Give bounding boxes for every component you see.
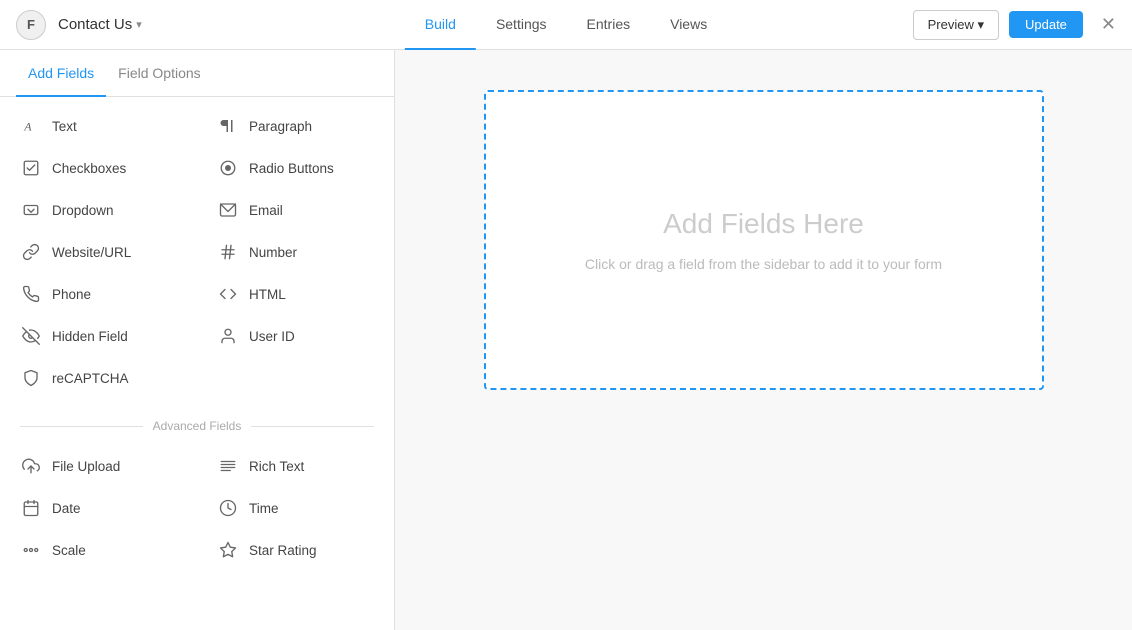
field-html-label: HTML: [249, 287, 286, 302]
field-text-label: Text: [52, 119, 77, 134]
close-icon[interactable]: ✕: [1101, 14, 1116, 35]
nav-views[interactable]: Views: [650, 0, 727, 50]
text-icon: A: [20, 115, 42, 137]
title-chevron-icon: ▾: [136, 18, 142, 31]
upload-icon: [20, 455, 42, 477]
field-website[interactable]: Website/URL: [0, 231, 197, 273]
field-scale[interactable]: Scale: [0, 529, 197, 571]
field-email[interactable]: Email: [197, 189, 394, 231]
field-text[interactable]: A Text: [0, 105, 197, 147]
field-time[interactable]: Time: [197, 487, 394, 529]
drop-zone-title: Add Fields Here: [663, 208, 864, 240]
nav-entries[interactable]: Entries: [567, 0, 651, 50]
field-fileupload-label: File Upload: [52, 459, 120, 474]
calendar-icon: [20, 497, 42, 519]
field-recaptcha-label: reCAPTCHA: [52, 371, 129, 386]
field-html[interactable]: HTML: [197, 273, 394, 315]
field-paragraph[interactable]: Paragraph: [197, 105, 394, 147]
field-starrating[interactable]: Star Rating: [197, 529, 394, 571]
field-number-label: Number: [249, 245, 297, 260]
tab-add-fields[interactable]: Add Fields: [16, 51, 106, 97]
nav-settings[interactable]: Settings: [476, 0, 567, 50]
field-richtext[interactable]: Rich Text: [197, 445, 394, 487]
sidebar: Add Fields Field Options A Text Paragrap…: [0, 50, 395, 630]
field-userid[interactable]: User ID: [197, 315, 394, 357]
field-time-label: Time: [249, 501, 279, 516]
shield-icon: [20, 367, 42, 389]
field-number[interactable]: Number: [197, 231, 394, 273]
phone-icon: [20, 283, 42, 305]
topbar-actions: Preview ▾ Update ✕: [913, 10, 1116, 40]
advanced-fields-grid: File Upload Rich Text Date: [0, 437, 394, 579]
richtext-icon: [217, 455, 239, 477]
drop-zone[interactable]: Add Fields Here Click or drag a field fr…: [484, 90, 1044, 390]
scale-icon: [20, 539, 42, 561]
paragraph-icon: [217, 115, 239, 137]
form-title[interactable]: Contact Us ▾: [58, 16, 142, 33]
field-hidden-label: Hidden Field: [52, 329, 128, 344]
field-date-label: Date: [52, 501, 81, 516]
nav-build[interactable]: Build: [405, 0, 476, 50]
sidebar-tabs: Add Fields Field Options: [0, 50, 394, 97]
star-icon: [217, 539, 239, 561]
advanced-fields-section: Advanced Fields: [0, 407, 394, 437]
email-icon: [217, 199, 239, 221]
checkbox-icon: [20, 157, 42, 179]
field-richtext-label: Rich Text: [249, 459, 304, 474]
field-dropdown-label: Dropdown: [52, 203, 114, 218]
update-button[interactable]: Update: [1009, 11, 1083, 38]
dropdown-icon: [20, 199, 42, 221]
field-radio-label: Radio Buttons: [249, 161, 334, 176]
field-checkboxes-label: Checkboxes: [52, 161, 126, 176]
eye-off-icon: [20, 325, 42, 347]
field-checkboxes[interactable]: Checkboxes: [0, 147, 197, 189]
field-hidden[interactable]: Hidden Field: [0, 315, 197, 357]
field-dropdown[interactable]: Dropdown: [0, 189, 197, 231]
field-paragraph-label: Paragraph: [249, 119, 312, 134]
field-email-label: Email: [249, 203, 283, 218]
main-layout: Add Fields Field Options A Text Paragrap…: [0, 50, 1132, 630]
main-nav: Build Settings Entries Views: [405, 0, 727, 50]
svg-text:A: A: [23, 120, 32, 134]
fields-grid: A Text Paragraph Checkboxes: [0, 97, 394, 407]
form-canvas: Add Fields Here Click or drag a field fr…: [395, 50, 1132, 630]
field-scale-label: Scale: [52, 543, 86, 558]
code-icon: [217, 283, 239, 305]
tab-field-options[interactable]: Field Options: [106, 51, 212, 97]
radio-icon: [217, 157, 239, 179]
user-icon: [217, 325, 239, 347]
topbar: F Contact Us ▾ Build Settings Entries Vi…: [0, 0, 1132, 50]
field-starrating-label: Star Rating: [249, 543, 317, 558]
field-recaptcha[interactable]: reCAPTCHA: [0, 357, 197, 399]
link-icon: [20, 241, 42, 263]
app-logo: F: [16, 10, 46, 40]
clock-icon: [217, 497, 239, 519]
field-fileupload[interactable]: File Upload: [0, 445, 197, 487]
field-phone[interactable]: Phone: [0, 273, 197, 315]
drop-zone-subtitle: Click or drag a field from the sidebar t…: [585, 256, 942, 272]
hash-icon: [217, 241, 239, 263]
field-website-label: Website/URL: [52, 245, 131, 260]
preview-button[interactable]: Preview ▾: [913, 10, 999, 40]
field-date[interactable]: Date: [0, 487, 197, 529]
field-phone-label: Phone: [52, 287, 91, 302]
field-userid-label: User ID: [249, 329, 295, 344]
field-radio[interactable]: Radio Buttons: [197, 147, 394, 189]
